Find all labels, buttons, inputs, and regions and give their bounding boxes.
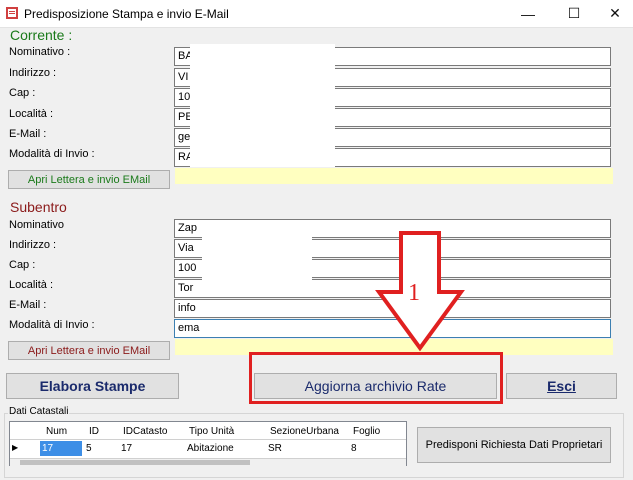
esci-label: Esci xyxy=(547,378,576,394)
subentro-localita-label: Località : xyxy=(9,279,54,291)
dati-catastali-title: Dati Catastali xyxy=(8,406,70,417)
esci-button[interactable]: Esci xyxy=(506,373,617,399)
redaction-mask xyxy=(190,44,335,167)
dati-catastali-grid[interactable]: Num ID IDCatasto Tipo Unità SezioneUrban… xyxy=(9,421,407,467)
grid-cell[interactable]: 17 xyxy=(40,441,82,456)
corrente-title: Corrente : xyxy=(10,27,73,43)
predisponi-richiesta-label: Predisponi Richiesta Dati Proprietari xyxy=(425,439,603,451)
predisponi-richiesta-button[interactable]: Predisponi Richiesta Dati Proprietari xyxy=(417,427,611,463)
annotation-highlight-box xyxy=(249,352,503,404)
column-header[interactable]: Tipo Unità xyxy=(189,426,234,437)
column-header[interactable]: SezioneUrbana xyxy=(270,426,339,437)
column-header[interactable]: Foglio xyxy=(353,426,380,437)
annotation-arrow-icon xyxy=(375,231,465,352)
subentro-title: Subentro xyxy=(10,199,67,215)
maximize-button[interactable]: ☐ xyxy=(556,0,592,27)
minimize-icon: — xyxy=(521,5,535,22)
redaction-mask xyxy=(202,222,312,297)
subentro-cap-label: Cap : xyxy=(9,259,36,271)
title-bar: Predisposizione Stampa e invio E-Mail — … xyxy=(0,0,633,28)
row-selector-icon: ▶ xyxy=(12,443,19,452)
column-header[interactable]: Num xyxy=(46,426,67,437)
corrente-apri-lettera-button[interactable]: Apri Lettera e invio EMail xyxy=(8,170,170,189)
horizontal-scrollbar[interactable] xyxy=(10,458,406,467)
subentro-modalita-label: Modalità di Invio : xyxy=(9,319,95,331)
subentro-apri-lettera-button[interactable]: Apri Lettera e invio EMail xyxy=(8,341,170,360)
close-icon: ✕ xyxy=(609,5,621,21)
corrente-cap-label: Cap : xyxy=(9,87,36,99)
grid-cell[interactable]: 17 xyxy=(121,443,132,454)
corrente-localita-label: Località : xyxy=(9,108,54,120)
grid-cell[interactable]: 8 xyxy=(351,443,357,454)
elabora-stampe-button[interactable]: Elabora Stampe xyxy=(6,373,179,399)
corrente-status-bar xyxy=(175,168,613,184)
close-button[interactable]: ✕ xyxy=(597,0,633,27)
subentro-email-label: E-Mail : xyxy=(9,299,47,311)
subentro-nominativo-label: Nominativo xyxy=(9,219,65,231)
subentro-indirizzo-label: Indirizzo : xyxy=(9,239,57,251)
elabora-stampe-label: Elabora Stampe xyxy=(39,378,146,394)
corrente-email-label: E-Mail : xyxy=(9,128,47,140)
minimize-button[interactable]: — xyxy=(510,0,546,27)
grid-cell[interactable]: 5 xyxy=(86,443,92,454)
annotation-number: 1 xyxy=(408,280,420,306)
corrente-indirizzo-label: Indirizzo : xyxy=(9,67,57,79)
app-icon xyxy=(6,7,18,19)
scrollbar-thumb[interactable] xyxy=(20,460,250,465)
grid-cell[interactable]: SR xyxy=(268,443,282,454)
window-title: Predisposizione Stampa e invio E-Mail xyxy=(24,7,229,21)
column-header[interactable]: IDCatasto xyxy=(123,426,167,437)
corrente-modalita-label: Modalità di Invio : xyxy=(9,148,95,160)
grid-cell[interactable]: Abitazione xyxy=(187,443,234,454)
corrente-nominativo-label: Nominativo : xyxy=(9,46,71,58)
column-header[interactable]: ID xyxy=(89,426,99,437)
maximize-icon: ☐ xyxy=(567,5,581,21)
